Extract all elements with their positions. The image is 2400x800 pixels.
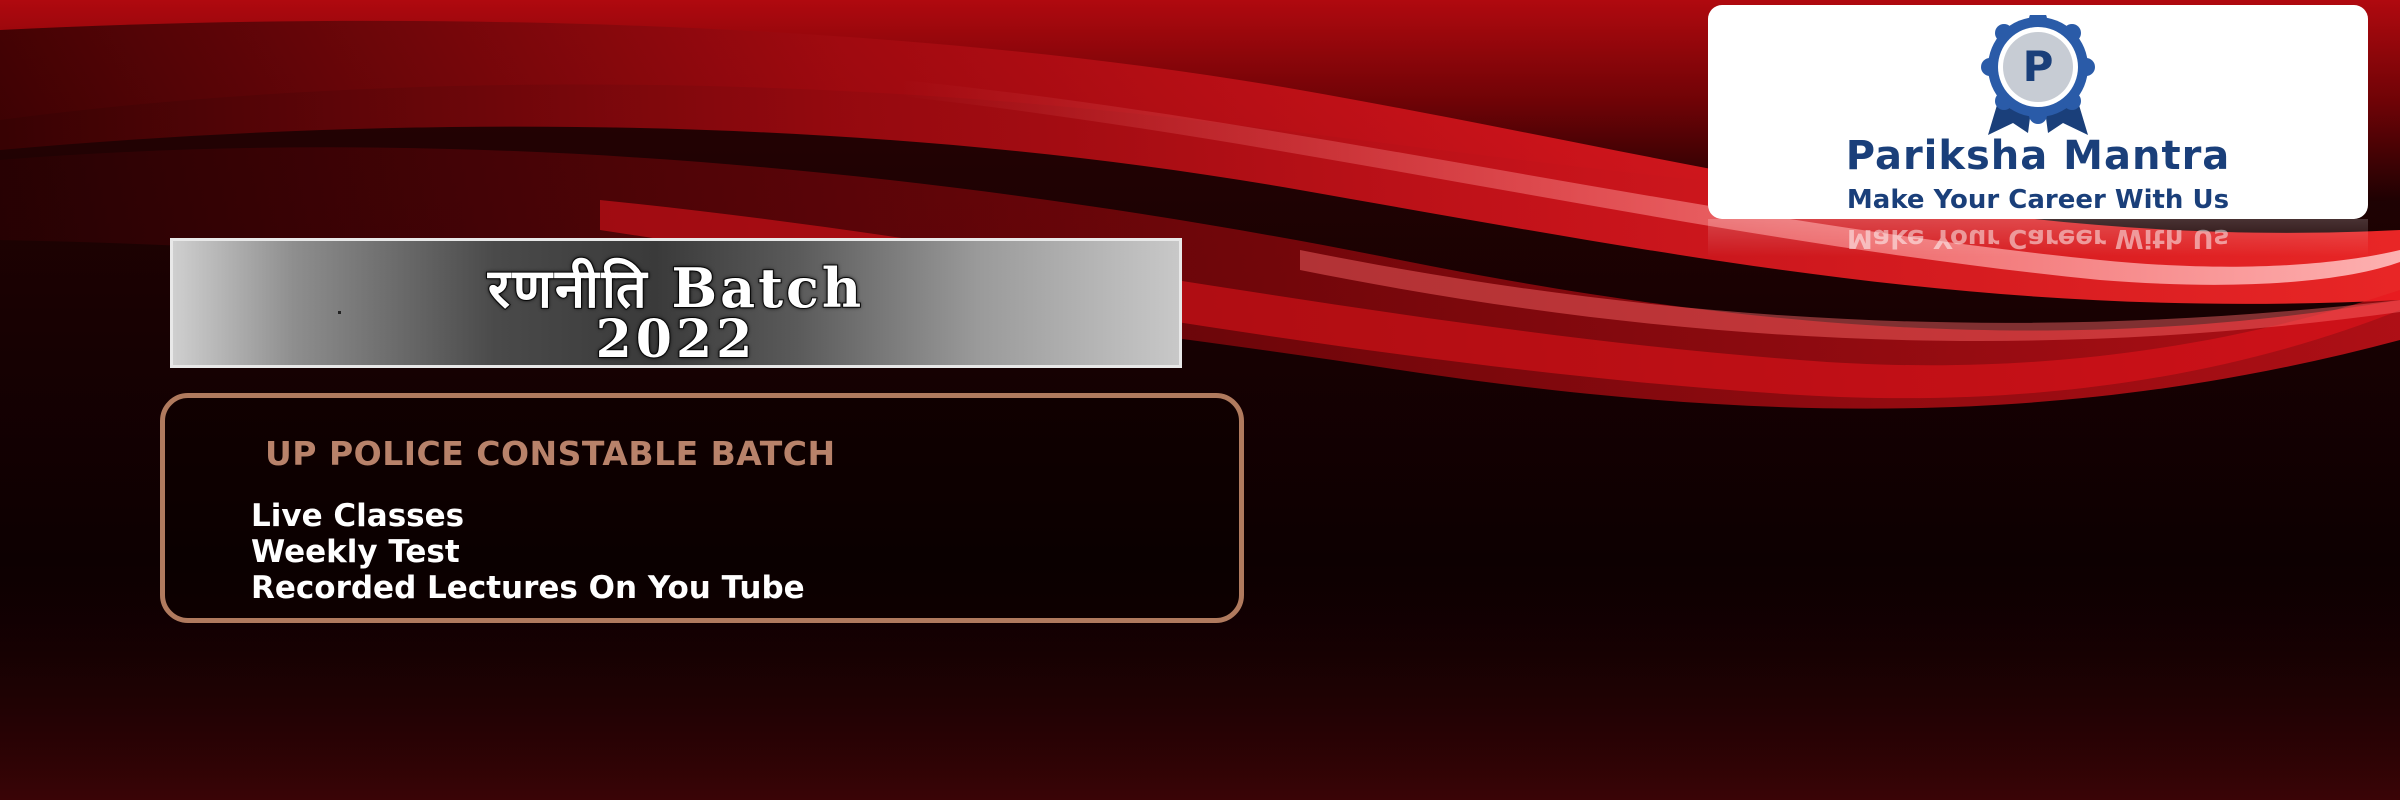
batch-heading: UP POLICE CONSTABLE BATCH [265, 434, 836, 473]
feature-item: Recorded Lectures On You Tube [251, 570, 805, 606]
batch-year: 2022 [595, 308, 757, 371]
batch-info-box: UP POLICE CONSTABLE BATCH Live Classes W… [160, 393, 1244, 623]
brand-tagline: Make Your Career With Us [1846, 185, 2230, 215]
batch-title-plate: रणनीति Batch 2022 [170, 238, 1182, 371]
logo-card: P Pariksha Mantra Make Your Career With … [1708, 5, 2368, 219]
tagline-reflection: Make Your Career With Us [1708, 219, 2368, 257]
promo-banner: रणनीति Batch 2022 UP POLICE CONSTABLE BA… [0, 0, 2400, 800]
logo-reflection: Make Your Career With Us [1708, 219, 2368, 281]
feature-item: Live Classes [251, 498, 465, 534]
feature-item: Weekly Test [251, 534, 460, 570]
badge-letter: P [2023, 42, 2054, 91]
rosette-badge-icon: P [1981, 15, 2095, 135]
brand-name: Pariksha Mantra [1845, 133, 2231, 179]
feature-list: Live Classes Weekly Test Recorded Lectur… [251, 498, 805, 606]
